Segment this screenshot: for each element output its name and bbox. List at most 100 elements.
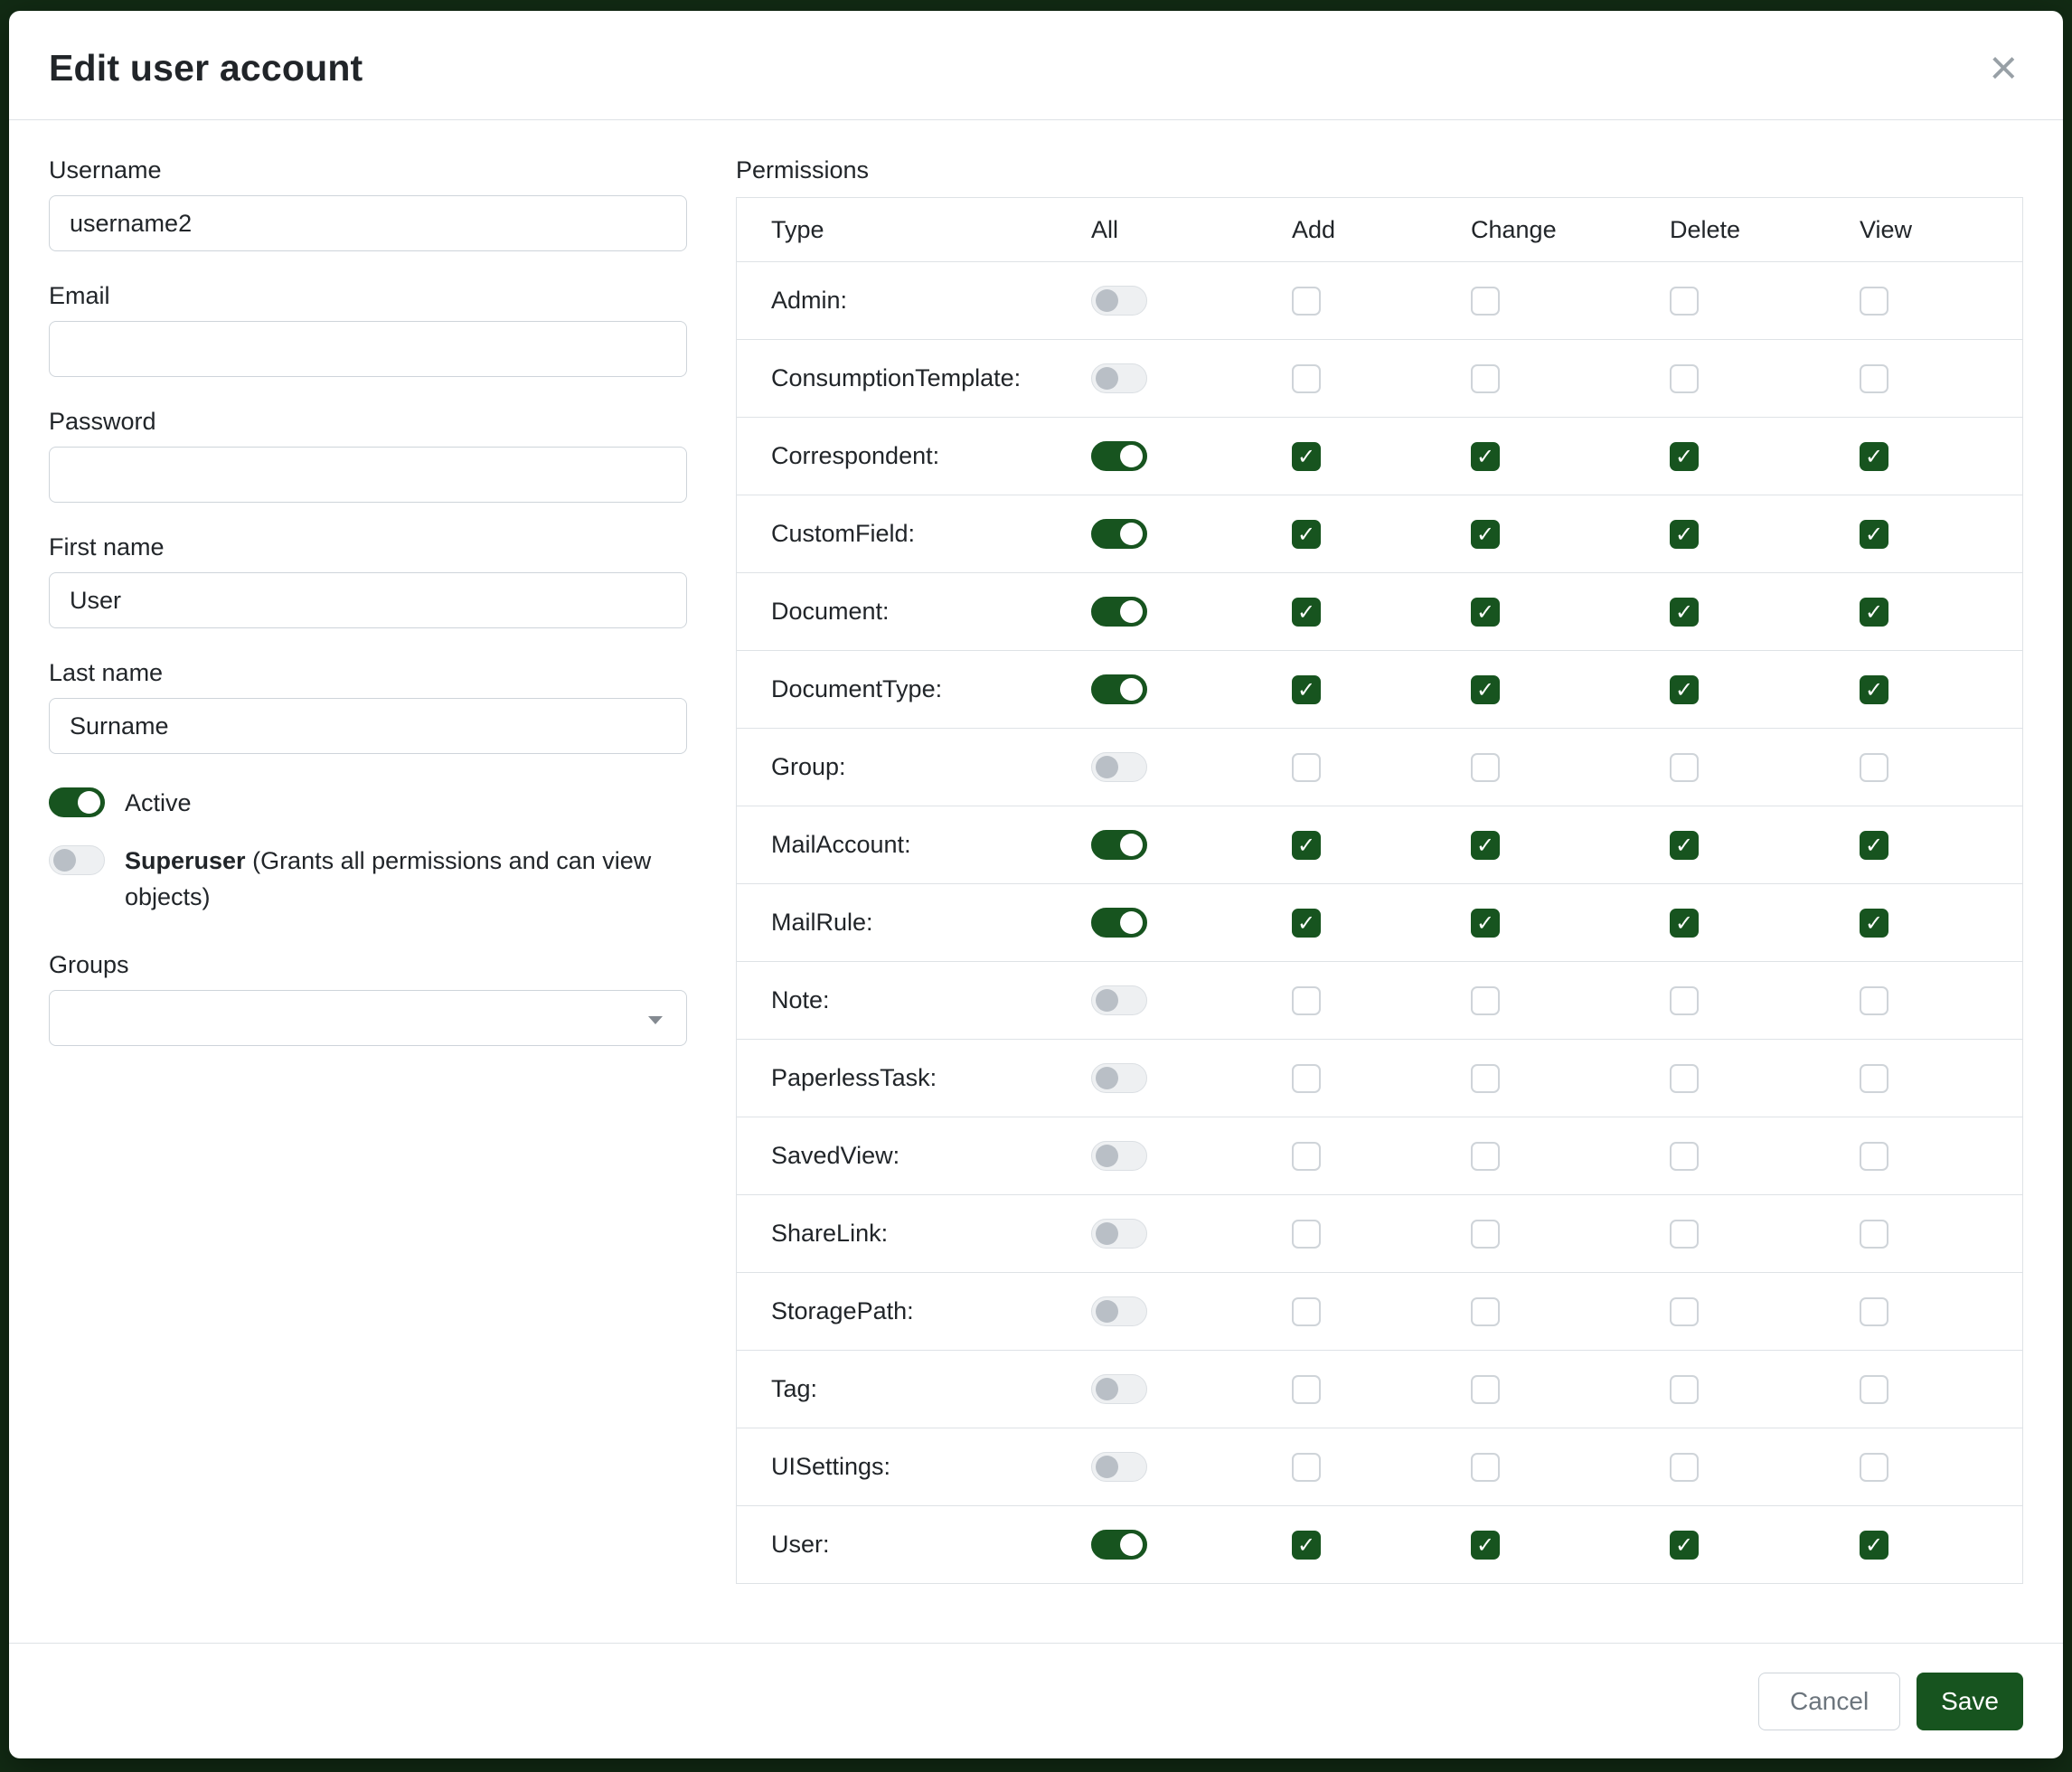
permission-delete-checkbox[interactable]: [1670, 1064, 1699, 1093]
permission-delete-checkbox[interactable]: [1670, 1375, 1699, 1404]
permission-delete-checkbox[interactable]: [1670, 986, 1699, 1015]
permission-add-checkbox[interactable]: [1292, 1531, 1321, 1560]
permission-view-checkbox[interactable]: [1860, 986, 1888, 1015]
permission-all-cell: [1091, 908, 1292, 938]
permission-add-checkbox[interactable]: [1292, 287, 1321, 316]
permission-view-checkbox[interactable]: [1860, 675, 1888, 704]
username-input[interactable]: [49, 195, 687, 251]
permission-add-checkbox[interactable]: [1292, 1297, 1321, 1326]
permission-delete-checkbox[interactable]: [1670, 831, 1699, 860]
permission-change-checkbox[interactable]: [1471, 520, 1500, 549]
cancel-button[interactable]: Cancel: [1758, 1673, 1900, 1730]
permission-change-checkbox[interactable]: [1471, 1375, 1500, 1404]
permission-delete-checkbox[interactable]: [1670, 287, 1699, 316]
permission-delete-cell: [1670, 830, 1860, 860]
permission-view-checkbox[interactable]: [1860, 1220, 1888, 1249]
permission-change-checkbox[interactable]: [1471, 1220, 1500, 1249]
permission-view-checkbox[interactable]: [1860, 1453, 1888, 1482]
permission-add-checkbox[interactable]: [1292, 1064, 1321, 1093]
permission-change-checkbox[interactable]: [1471, 1453, 1500, 1482]
permission-delete-checkbox[interactable]: [1670, 364, 1699, 393]
permission-change-checkbox[interactable]: [1471, 442, 1500, 471]
save-button[interactable]: Save: [1917, 1673, 2023, 1730]
permission-change-checkbox[interactable]: [1471, 753, 1500, 782]
permission-view-checkbox[interactable]: [1860, 909, 1888, 938]
permission-delete-checkbox[interactable]: [1670, 753, 1699, 782]
permission-add-checkbox[interactable]: [1292, 1220, 1321, 1249]
permission-add-checkbox[interactable]: [1292, 909, 1321, 938]
permission-add-checkbox[interactable]: [1292, 753, 1321, 782]
permission-delete-checkbox[interactable]: [1670, 598, 1699, 627]
permission-add-checkbox[interactable]: [1292, 986, 1321, 1015]
permission-all-toggle[interactable]: [1091, 519, 1147, 549]
permission-delete-checkbox[interactable]: [1670, 675, 1699, 704]
permission-all-toggle[interactable]: [1091, 1063, 1147, 1093]
permission-delete-checkbox[interactable]: [1670, 1531, 1699, 1560]
permission-view-checkbox[interactable]: [1860, 520, 1888, 549]
permission-delete-checkbox[interactable]: [1670, 1142, 1699, 1171]
permission-all-toggle[interactable]: [1091, 1530, 1147, 1560]
permission-view-checkbox[interactable]: [1860, 1375, 1888, 1404]
permission-all-toggle[interactable]: [1091, 985, 1147, 1015]
permission-view-checkbox[interactable]: [1860, 753, 1888, 782]
permission-all-toggle[interactable]: [1091, 908, 1147, 938]
permission-view-checkbox[interactable]: [1860, 598, 1888, 627]
permission-add-checkbox[interactable]: [1292, 520, 1321, 549]
permission-change-checkbox[interactable]: [1471, 1064, 1500, 1093]
permission-all-toggle[interactable]: [1091, 1219, 1147, 1249]
permission-add-checkbox[interactable]: [1292, 1142, 1321, 1171]
permission-all-toggle[interactable]: [1091, 1452, 1147, 1482]
permission-all-toggle[interactable]: [1091, 1141, 1147, 1171]
last-name-input[interactable]: [49, 698, 687, 754]
permission-view-checkbox[interactable]: [1860, 287, 1888, 316]
permission-view-checkbox[interactable]: [1860, 364, 1888, 393]
permission-add-checkbox[interactable]: [1292, 598, 1321, 627]
permission-change-checkbox[interactable]: [1471, 909, 1500, 938]
permission-change-checkbox[interactable]: [1471, 364, 1500, 393]
first-name-input[interactable]: [49, 572, 687, 628]
superuser-toggle[interactable]: [49, 845, 105, 875]
permission-all-toggle[interactable]: [1091, 830, 1147, 860]
permission-change-checkbox[interactable]: [1471, 1531, 1500, 1560]
permission-all-toggle[interactable]: [1091, 363, 1147, 393]
permission-all-toggle[interactable]: [1091, 674, 1147, 704]
permission-all-toggle[interactable]: [1091, 752, 1147, 782]
permission-view-checkbox[interactable]: [1860, 1142, 1888, 1171]
permission-add-checkbox[interactable]: [1292, 364, 1321, 393]
permission-add-checkbox[interactable]: [1292, 1453, 1321, 1482]
permission-delete-checkbox[interactable]: [1670, 1297, 1699, 1326]
permission-view-checkbox[interactable]: [1860, 1064, 1888, 1093]
permission-change-checkbox[interactable]: [1471, 986, 1500, 1015]
permission-view-checkbox[interactable]: [1860, 831, 1888, 860]
permission-change-checkbox[interactable]: [1471, 287, 1500, 316]
permission-view-cell: [1860, 1374, 2022, 1404]
permission-all-toggle[interactable]: [1091, 1296, 1147, 1326]
permission-all-toggle[interactable]: [1091, 597, 1147, 627]
permission-delete-checkbox[interactable]: [1670, 1220, 1699, 1249]
groups-select[interactable]: [49, 990, 687, 1046]
close-icon[interactable]: ×: [1983, 43, 2023, 92]
permission-add-checkbox[interactable]: [1292, 442, 1321, 471]
email-input[interactable]: [49, 321, 687, 377]
permission-all-toggle[interactable]: [1091, 1374, 1147, 1404]
permission-change-checkbox[interactable]: [1471, 1297, 1500, 1326]
permission-delete-checkbox[interactable]: [1670, 1453, 1699, 1482]
permission-change-checkbox[interactable]: [1471, 1142, 1500, 1171]
permission-change-checkbox[interactable]: [1471, 831, 1500, 860]
permission-row: Note:: [737, 961, 2022, 1039]
permission-add-checkbox[interactable]: [1292, 831, 1321, 860]
permission-all-toggle[interactable]: [1091, 441, 1147, 471]
permission-view-checkbox[interactable]: [1860, 1531, 1888, 1560]
permission-view-checkbox[interactable]: [1860, 1297, 1888, 1326]
permission-change-checkbox[interactable]: [1471, 598, 1500, 627]
permission-all-toggle[interactable]: [1091, 286, 1147, 316]
permission-change-checkbox[interactable]: [1471, 675, 1500, 704]
permission-add-checkbox[interactable]: [1292, 675, 1321, 704]
active-toggle[interactable]: [49, 787, 105, 817]
permission-add-checkbox[interactable]: [1292, 1375, 1321, 1404]
permission-delete-checkbox[interactable]: [1670, 520, 1699, 549]
permission-view-checkbox[interactable]: [1860, 442, 1888, 471]
permission-delete-checkbox[interactable]: [1670, 442, 1699, 471]
password-input[interactable]: [49, 447, 687, 503]
permission-delete-checkbox[interactable]: [1670, 909, 1699, 938]
